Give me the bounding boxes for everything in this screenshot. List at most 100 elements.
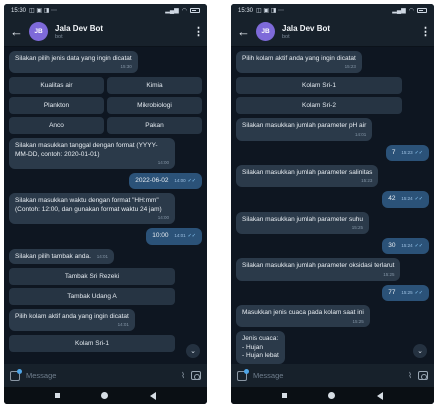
outgoing-message: 10:00 14:01 ✓✓: [146, 228, 202, 245]
message-composer: ⌇: [231, 364, 434, 387]
status-bar: 15:30 ◫ ▣ ◨ ⋯ ▂▄▆ ◠: [231, 4, 434, 17]
message-time: 15:23: [401, 149, 413, 155]
back-arrow-icon[interactable]: ←: [10, 25, 23, 38]
wifi-icon: ◠: [181, 8, 187, 14]
message-time: 14:00: [157, 215, 169, 221]
home-nav-icon[interactable]: [328, 392, 336, 399]
avatar[interactable]: JB: [256, 22, 275, 41]
more-vertical-icon[interactable]: ⋮: [193, 25, 204, 38]
double-check-icon: ✓✓: [414, 243, 423, 249]
message-time: 15:23: [361, 178, 373, 184]
message-time: 15:25: [383, 271, 395, 277]
back-nav-icon[interactable]: [150, 391, 157, 400]
notification-icons: ◫ ▣ ◨ ⋯: [256, 8, 285, 14]
back-nav-icon[interactable]: [377, 391, 384, 400]
outgoing-message: 7 15:23 ✓✓: [385, 144, 429, 161]
back-arrow-icon[interactable]: ←: [237, 25, 250, 38]
outgoing-message: 2022-06-02 14:00 ✓✓: [129, 173, 202, 190]
keyboard-button-kolam-sri-1[interactable]: Kolam Sri-1: [236, 77, 402, 95]
keyboard-button-tambak-udang-a[interactable]: Tambak Udang A: [9, 288, 175, 306]
signal-icon: ▂▄▆: [392, 8, 406, 14]
message-list[interactable]: Pilih kolam aktif anda yang ingin dicata…: [231, 47, 434, 364]
keyboard-button-kimia[interactable]: Kimia: [107, 77, 202, 95]
incoming-message: Silakan pilih jenis data yang ingin dica…: [9, 51, 138, 74]
chat-subtitle: bot: [282, 33, 290, 40]
phone-screenshot-left: 15:30 ◫ ▣ ◨ ⋯ ▂▄▆ ◠ ← JB Jala Dev Bot bo…: [4, 4, 207, 404]
double-check-icon: ✓✓: [414, 196, 423, 203]
home-nav-icon[interactable]: [101, 392, 109, 399]
more-vertical-icon[interactable]: ⋮: [420, 25, 431, 38]
sticker-icon[interactable]: [237, 368, 249, 381]
chat-title[interactable]: Jala Dev Bot: [282, 24, 413, 33]
keyboard-button-plankton[interactable]: Plankton: [9, 97, 104, 115]
incoming-message: Silakan pilih tambak anda. 14:01: [9, 248, 114, 265]
paperclip-icon[interactable]: ⌇: [181, 371, 185, 380]
message-time: 15:25: [352, 318, 364, 324]
incoming-message: Jenis cuaca: - Hujan - Hujan lebat: [236, 331, 285, 364]
chat-subtitle: bot: [55, 33, 63, 40]
message-time: 15:24: [401, 243, 413, 248]
inline-keyboard: Kualitas air Kimia Plankton Mikrobiologi…: [9, 77, 202, 135]
outgoing-message: 30 15:24 ✓✓: [382, 238, 429, 255]
battery-icon: [190, 8, 200, 13]
scroll-down-button[interactable]: ⌄: [413, 344, 427, 358]
incoming-message: Silakan masukkan jumlah parameter pH air…: [236, 118, 373, 141]
keyboard-button-anco[interactable]: Anco: [9, 117, 104, 135]
status-bar: 15:30 ◫ ▣ ◨ ⋯ ▂▄▆ ◠: [4, 4, 207, 17]
signal-icon: ▂▄▆: [165, 8, 179, 14]
keyboard-button-mikrobiologi[interactable]: Mikrobiologi: [107, 97, 202, 115]
inline-keyboard: Tambak Sri Rezeki Tambak Udang A: [9, 268, 175, 306]
inline-keyboard: Kolam Sri-1: [9, 335, 175, 353]
system-nav-bar: [4, 387, 207, 404]
avatar[interactable]: JB: [29, 22, 48, 41]
keyboard-button-pakan[interactable]: Pakan: [107, 117, 202, 135]
incoming-message: Masukkan jenis cuaca pada kolam saat ini…: [236, 305, 370, 328]
chat-title[interactable]: Jala Dev Bot: [55, 24, 186, 33]
message-time: 15:25: [351, 225, 364, 231]
incoming-message: Silakan masukkan jumlah parameter suhu 1…: [236, 211, 370, 234]
message-time: 14:01: [96, 253, 108, 259]
incoming-message: Silakan masukkan jumlah parameter oksida…: [236, 258, 401, 281]
double-check-icon: ✓✓: [414, 289, 423, 296]
camera-icon[interactable]: [191, 371, 201, 380]
camera-icon[interactable]: [418, 371, 428, 380]
chat-header: ← JB Jala Dev Bot bot ⋮: [231, 17, 434, 47]
chevron-down-icon: ⌄: [417, 348, 423, 355]
message-input[interactable]: [26, 371, 176, 380]
double-check-icon: ✓✓: [187, 178, 196, 184]
message-time: 14:00: [174, 178, 186, 183]
recents-nav-icon[interactable]: [281, 393, 287, 398]
message-composer: ⌇: [4, 364, 207, 387]
keyboard-button-kolam-sri-1[interactable]: Kolam Sri-1: [9, 335, 175, 353]
keyboard-button-tambak-sri-rezeki[interactable]: Tambak Sri Rezeki: [9, 268, 175, 286]
message-time: 15:25: [401, 289, 413, 295]
double-check-icon: ✓✓: [187, 233, 196, 240]
scroll-down-button[interactable]: ⌄: [186, 344, 200, 358]
message-time: 15:24: [401, 196, 413, 202]
incoming-message: Silakan masukkan jumlah parameter salini…: [236, 165, 379, 188]
phone-screenshot-right: 15:30 ◫ ▣ ◨ ⋯ ▂▄▆ ◠ ← JB Jala Dev Bot bo…: [231, 4, 434, 404]
inline-keyboard: Kolam Sri-1 Kolam Sri-2: [236, 77, 402, 115]
chevron-down-icon: ⌄: [190, 348, 196, 355]
outgoing-message: 77 15:25 ✓✓: [382, 284, 429, 302]
keyboard-button-kolam-sri-2[interactable]: Kolam Sri-2: [236, 97, 402, 115]
incoming-message: Silakan masukkan waktu dengan format "HH…: [9, 193, 175, 225]
recents-nav-icon[interactable]: [54, 393, 60, 398]
notification-icons: ◫ ▣ ◨ ⋯: [29, 8, 58, 14]
incoming-message: Silakan masukkan tanggal dengan format (…: [9, 138, 175, 169]
message-time: 15:23: [344, 64, 356, 70]
message-input[interactable]: [253, 371, 403, 380]
outgoing-message: 42 15:24 ✓✓: [382, 191, 429, 208]
message-time: 14:01: [174, 233, 186, 239]
sticker-icon[interactable]: [10, 368, 22, 381]
wifi-icon: ◠: [408, 8, 414, 14]
message-time: 15:30: [120, 64, 132, 70]
incoming-message: Pilih kolam aktif anda yang ingin dicata…: [9, 309, 135, 332]
message-list[interactable]: Silakan pilih jenis data yang ingin dica…: [4, 47, 207, 364]
double-check-icon: ✓✓: [414, 149, 423, 156]
keyboard-button-kualitas-air[interactable]: Kualitas air: [9, 77, 104, 95]
message-time: 14:01: [117, 322, 129, 328]
incoming-message: Pilih kolam aktif anda yang ingin dicata…: [236, 51, 362, 74]
system-nav-bar: [231, 387, 434, 404]
paperclip-icon[interactable]: ⌇: [408, 371, 412, 380]
